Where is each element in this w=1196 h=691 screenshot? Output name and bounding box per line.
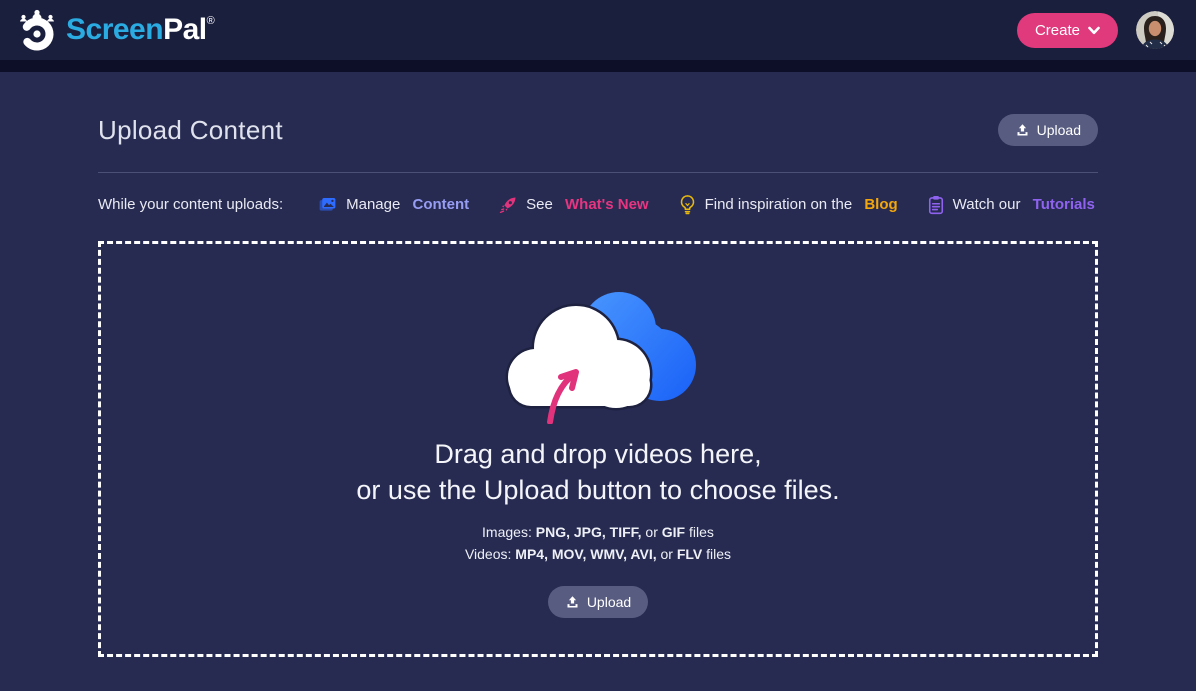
images-filetypes: Images: PNG, JPG, TIFF, or GIF files [482, 524, 714, 540]
brand-screen: Screen [66, 13, 164, 46]
dropzone-line1: Drag and drop videos here, [434, 439, 762, 469]
link-pre: See [526, 196, 557, 213]
link-highlight: Content [412, 196, 470, 213]
upload-tray-icon [1015, 123, 1030, 138]
rocket-icon [498, 195, 518, 215]
upload-button-dropzone[interactable]: Upload [547, 586, 649, 618]
main-content: Upload Content Upload While your content… [98, 72, 1098, 657]
app-header: Screen Pal ® Create [0, 0, 1196, 60]
link-manage-content[interactable]: Manage Content [317, 194, 469, 215]
section-divider [98, 172, 1098, 173]
link-highlight: Blog [864, 196, 898, 213]
link-whats-new[interactable]: See What's New [498, 195, 649, 215]
brand-wordmark: Screen Pal ® [66, 13, 215, 47]
chevron-down-icon [1088, 26, 1100, 35]
photos-icon [317, 194, 338, 215]
uploads-row-prefix: While your content uploads: [98, 196, 284, 213]
upload-dropzone[interactable]: Drag and drop videos here, or use the Up… [98, 241, 1098, 657]
create-button-label: Create [1034, 21, 1080, 39]
link-highlight: What's New [565, 196, 649, 213]
link-tutorials[interactable]: Watch our Tutorials [927, 195, 1095, 215]
screenpal-logo[interactable]: Screen Pal ® [16, 8, 215, 52]
upload-button-top-label: Upload [1036, 122, 1081, 138]
uploads-row: While your content uploads: Manage Conte… [98, 194, 1098, 215]
dropzone-line2: or use the Upload button to choose files… [356, 475, 840, 505]
lightbulb-icon [678, 194, 697, 215]
create-button[interactable]: Create [1016, 12, 1118, 48]
quick-links: Manage Content See What's New Find inspi… [317, 194, 1095, 215]
link-blog[interactable]: Find inspiration on the Blog [678, 194, 898, 215]
header-shadow-strip [0, 60, 1196, 72]
filetypes: Images: PNG, JPG, TIFF, or GIF files Vid… [465, 521, 731, 565]
user-avatar[interactable] [1136, 11, 1174, 49]
screenpal-mascot-icon [16, 8, 58, 52]
link-highlight: Tutorials [1032, 196, 1095, 213]
cloud-upload-illustration [498, 284, 698, 424]
title-row: Upload Content Upload [98, 72, 1098, 146]
brand-pal: Pal [163, 13, 207, 46]
dropzone-instructions: Drag and drop videos here, or use the Up… [356, 436, 839, 508]
videos-filetypes: Videos: MP4, MOV, WMV, AVI, or FLV files [464, 546, 732, 562]
upload-tray-icon [565, 595, 580, 610]
registered-mark: ® [206, 15, 215, 27]
upload-button-dropzone-label: Upload [586, 594, 632, 610]
link-pre: Manage [346, 196, 405, 213]
link-pre: Watch our [952, 196, 1025, 213]
link-pre: Find inspiration on the [704, 196, 857, 213]
upload-button-top[interactable]: Upload [997, 114, 1098, 146]
clipboard-icon [927, 195, 945, 215]
page-title: Upload Content [98, 114, 283, 145]
header-right: Create [1016, 11, 1174, 49]
